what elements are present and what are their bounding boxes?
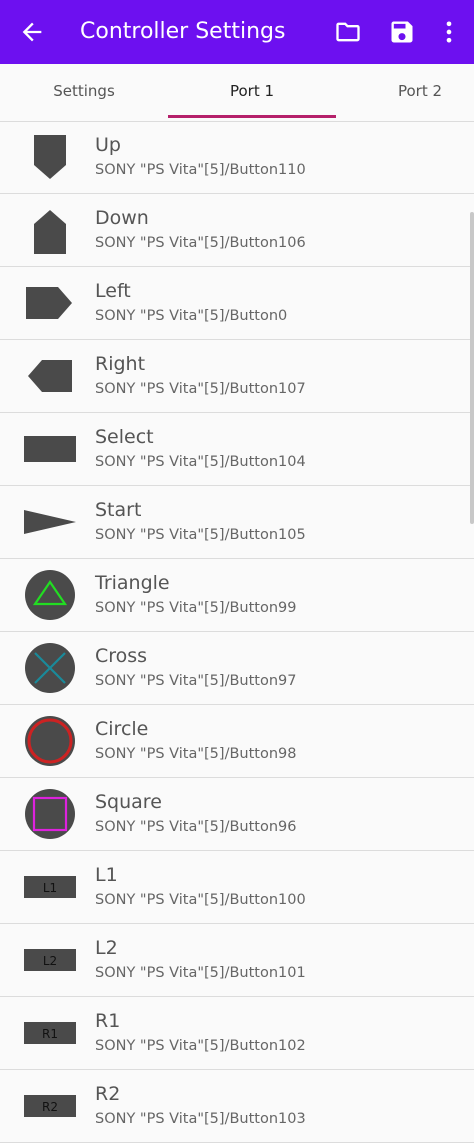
button-name: Start	[95, 499, 142, 521]
button-binding: SONY "PS Vita"[5]/Button101	[95, 965, 306, 981]
list-item-start[interactable]: Start SONY "PS Vita"[5]/Button105	[0, 486, 474, 559]
badge-label: L1	[43, 881, 57, 895]
list-item-l2[interactable]: L2 L2 SONY "PS Vita"[5]/Button101	[0, 924, 474, 997]
r2-button-icon: R2	[24, 1095, 76, 1117]
list-item-r1[interactable]: R1 R1 SONY "PS Vita"[5]/Button102	[0, 997, 474, 1070]
start-button-icon	[24, 510, 76, 534]
list-item-up[interactable]: Up SONY "PS Vita"[5]/Button110	[0, 121, 474, 194]
cross-button-icon	[25, 643, 75, 693]
tab-port-2[interactable]: Port 2	[336, 64, 474, 121]
button-name: Cross	[95, 645, 148, 667]
list-item-circle[interactable]: Circle SONY "PS Vita"[5]/Button98	[0, 705, 474, 778]
button-name: Down	[95, 207, 149, 229]
tab-settings[interactable]: Settings	[0, 64, 168, 121]
badge-label: R2	[42, 1100, 58, 1114]
list-item-down[interactable]: Down SONY "PS Vita"[5]/Button106	[0, 194, 474, 267]
button-binding: SONY "PS Vita"[5]/Button107	[95, 381, 306, 397]
dpad-left-icon	[26, 287, 72, 319]
save-icon[interactable]	[388, 18, 416, 46]
button-name: Select	[95, 426, 154, 448]
list-item-square[interactable]: Square SONY "PS Vita"[5]/Button96	[0, 778, 474, 851]
button-name: Circle	[95, 718, 149, 740]
button-binding: SONY "PS Vita"[5]/Button98	[95, 746, 297, 762]
button-binding: SONY "PS Vita"[5]/Button0	[95, 308, 288, 324]
select-button-icon	[24, 436, 76, 462]
button-name: R2	[95, 1083, 121, 1105]
l2-button-icon: L2	[24, 949, 76, 971]
back-arrow-icon[interactable]	[18, 18, 46, 46]
button-name: L2	[95, 937, 118, 959]
button-name: R1	[95, 1010, 121, 1032]
button-binding: SONY "PS Vita"[5]/Button110	[95, 162, 306, 178]
button-mapping-list: Up SONY "PS Vita"[5]/Button110 Down SONY…	[0, 121, 474, 1143]
button-binding: SONY "PS Vita"[5]/Button99	[95, 600, 297, 616]
button-name: Left	[95, 280, 131, 302]
dpad-down-icon	[34, 210, 66, 254]
list-item-triangle[interactable]: Triangle SONY "PS Vita"[5]/Button99	[0, 559, 474, 632]
page-title: Controller Settings	[80, 19, 286, 44]
list-item-select[interactable]: Select SONY "PS Vita"[5]/Button104	[0, 413, 474, 486]
list-item-l1[interactable]: L1 L1 SONY "PS Vita"[5]/Button100	[0, 851, 474, 924]
list-item-r2[interactable]: R2 R2 SONY "PS Vita"[5]/Button103	[0, 1070, 474, 1143]
triangle-button-icon	[25, 570, 75, 620]
button-binding: SONY "PS Vita"[5]/Button102	[95, 1038, 306, 1054]
badge-label: R1	[42, 1027, 58, 1041]
list-item-left[interactable]: Left SONY "PS Vita"[5]/Button0	[0, 267, 474, 340]
button-binding: SONY "PS Vita"[5]/Button105	[95, 527, 306, 543]
badge-label: L2	[43, 954, 57, 968]
list-item-cross[interactable]: Cross SONY "PS Vita"[5]/Button97	[0, 632, 474, 705]
tab-indicator	[168, 115, 336, 118]
folder-icon[interactable]	[334, 18, 362, 46]
tab-port-1[interactable]: Port 1	[168, 64, 336, 121]
tab-bar: Settings Port 1 Port 2	[0, 64, 474, 122]
l1-button-icon: L1	[24, 876, 76, 898]
button-name: L1	[95, 864, 118, 886]
overflow-menu-icon[interactable]	[435, 18, 463, 46]
button-name: Triangle	[95, 572, 170, 594]
button-binding: SONY "PS Vita"[5]/Button106	[95, 235, 306, 251]
square-button-icon	[25, 789, 75, 839]
button-name: Square	[95, 791, 162, 813]
button-binding: SONY "PS Vita"[5]/Button96	[95, 819, 297, 835]
button-name: Right	[95, 353, 146, 375]
button-binding: SONY "PS Vita"[5]/Button97	[95, 673, 297, 689]
dpad-up-icon	[34, 135, 66, 179]
r1-button-icon: R1	[24, 1022, 76, 1044]
app-bar: Controller Settings	[0, 0, 474, 64]
scrollbar[interactable]	[470, 212, 474, 524]
dpad-right-icon	[28, 360, 72, 392]
button-binding: SONY "PS Vita"[5]/Button100	[95, 892, 306, 908]
button-binding: SONY "PS Vita"[5]/Button103	[95, 1111, 306, 1127]
circle-button-icon	[25, 716, 75, 766]
button-binding: SONY "PS Vita"[5]/Button104	[95, 454, 306, 470]
list-item-right[interactable]: Right SONY "PS Vita"[5]/Button107	[0, 340, 474, 413]
button-name: Up	[95, 134, 121, 156]
